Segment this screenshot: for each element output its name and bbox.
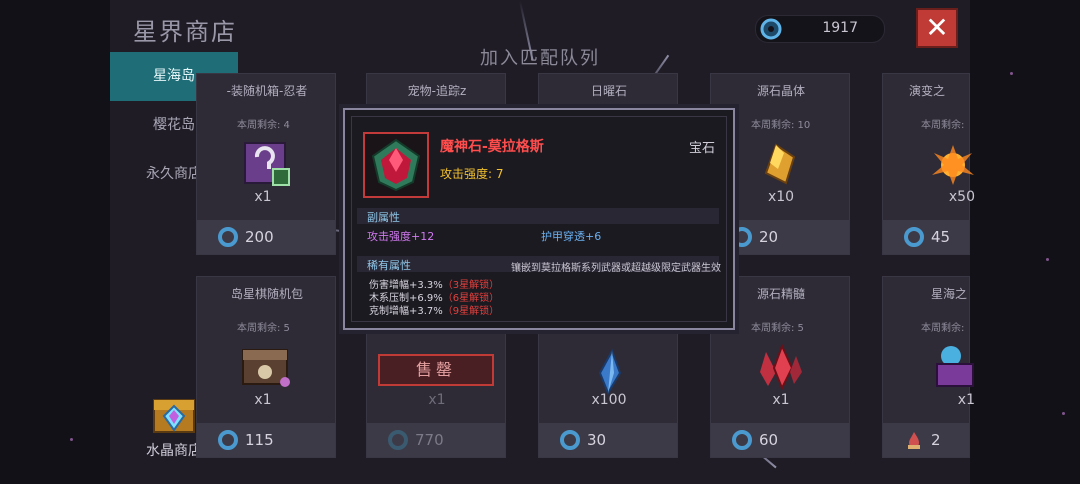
item-name: 演变之 — [908, 84, 945, 98]
equipment-box-icon — [244, 142, 290, 186]
item-price: 115 — [245, 431, 274, 449]
star-coin-icon — [732, 430, 752, 450]
item-stock: 本周剩余: 4 — [237, 120, 290, 131]
sub-attr-1: 攻击强度+12 — [367, 230, 435, 243]
rare-attr-title: 稀有属性 — [367, 259, 411, 272]
item-stock: 本周剩余: 5 — [751, 323, 804, 334]
rare-attr-text: 克制增幅+3.7% — [369, 306, 443, 317]
sub-attr-header — [357, 208, 719, 224]
item-icon-frame — [363, 132, 429, 198]
chess-pack-icon — [242, 349, 290, 387]
item-price: 20 — [759, 228, 779, 246]
star-dot — [1010, 72, 1013, 75]
item-stock: 本周剩余: — [921, 323, 965, 334]
star-sea-chest-icon — [936, 346, 974, 387]
item-quantity: x1 — [772, 392, 790, 408]
price-bar: 60 — [711, 423, 849, 457]
close-icon: ✕ — [925, 11, 949, 44]
item-stock: 本周剩余: 10 — [751, 120, 811, 131]
item-type: 宝石 — [688, 141, 715, 156]
left-margin — [0, 0, 110, 484]
item-name: 源石晶体 — [756, 84, 805, 98]
shop-item-card[interactable]: -装随机箱-忍者 本周剩余: 4 x1 200 — [196, 73, 336, 255]
star-coin-icon — [388, 430, 408, 450]
price-bar: 115 — [197, 423, 335, 457]
item-quantity: x1 — [428, 392, 446, 408]
item-quantity: x1 — [957, 392, 975, 408]
rare-attr-note: 镶嵌到莫拉格斯系列武器或超越级限定武器生效 — [511, 263, 721, 274]
sold-out-badge: 售罄 — [378, 354, 494, 386]
price-bar: 770 — [367, 423, 505, 457]
star-coin-icon — [218, 430, 238, 450]
item-price: 200 — [245, 228, 274, 246]
star-dot — [1046, 258, 1049, 261]
item-quantity: x100 — [591, 392, 627, 408]
star-dot — [1062, 412, 1065, 415]
price-bar: 45 — [883, 220, 969, 254]
item-name: 星海之 — [930, 287, 967, 301]
price-bar: 2 — [883, 423, 969, 457]
item-stock: 本周剩余: 5 — [237, 323, 290, 334]
unlock-requirement: （9星解锁） — [442, 306, 500, 317]
shop-item-card[interactable]: 演变之 本周剩余: x50 45 — [882, 73, 975, 255]
shop-item-card[interactable]: 星海之 本周剩余: x1 2 — [882, 276, 975, 458]
currency-display: 1917 — [755, 15, 885, 43]
blue-crystal-icon — [598, 348, 622, 396]
sub-attr-2: 护甲穿透+6 — [541, 230, 602, 243]
fire-token-icon — [908, 432, 920, 449]
star-coin-icon — [760, 18, 782, 40]
star-dot — [70, 438, 73, 441]
sub-attr-title: 副属性 — [367, 211, 400, 224]
evolution-orb-icon — [932, 145, 974, 185]
page-title: 星界商店 — [133, 18, 237, 46]
item-quantity: x1 — [254, 392, 272, 408]
ruby-gem-icon — [371, 138, 421, 192]
item-name: 日曜石 — [590, 84, 627, 98]
rare-attr-row: 克制增幅+3.7%（9星解锁） — [369, 302, 499, 317]
source-essence-icon — [760, 343, 802, 391]
star-coin-icon — [560, 430, 580, 450]
item-price: 2 — [931, 431, 941, 449]
item-name: 魔神石-莫拉格斯 — [440, 139, 544, 155]
item-name: -装随机箱-忍者 — [226, 84, 308, 98]
currency-value: 1917 — [822, 20, 858, 36]
item-name: 岛星棋随机包 — [230, 287, 303, 301]
item-price: 770 — [415, 431, 444, 449]
item-quantity: x1 — [254, 189, 272, 205]
item-stock: 本周剩余: — [921, 120, 965, 131]
star-coin-icon — [218, 227, 238, 247]
price-bar: 30 — [539, 423, 677, 457]
item-name: 宠物-追踪z — [407, 84, 467, 98]
close-button[interactable]: ✕ — [916, 8, 958, 48]
attack-stat: 攻击强度: 7 — [440, 167, 504, 181]
item-price: 45 — [931, 228, 951, 246]
item-price: 30 — [587, 431, 607, 449]
shop-item-card[interactable]: 岛星棋随机包 本周剩余: 5 x1 115 — [196, 276, 336, 458]
item-tooltip: 魔神石-莫拉格斯 宝石 攻击强度: 7 副属性 攻击强度+12 护甲穿透+6 稀… — [343, 108, 735, 330]
source-crystal-icon — [764, 143, 796, 185]
price-bar: 200 — [197, 220, 335, 254]
item-price: 60 — [759, 431, 779, 449]
item-quantity: x50 — [948, 189, 975, 205]
star-coin-icon — [904, 227, 924, 247]
